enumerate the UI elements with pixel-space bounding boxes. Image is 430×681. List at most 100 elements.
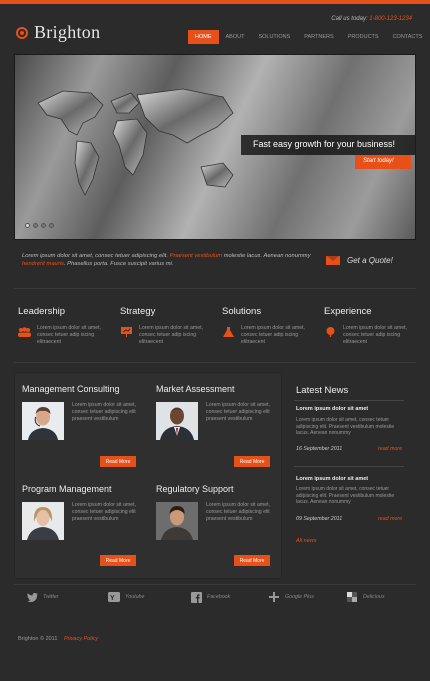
intro-link[interactable]: Praesent vestibulum [170,253,223,259]
social-label: Twitter [43,594,59,600]
social-twitter[interactable]: Twitter [26,592,59,602]
google-plus-icon [268,592,280,602]
young-man-photo [156,502,198,540]
service-text: Lorem ipsum dolor sit amet, consec tetue… [72,502,137,522]
feature-title: Experience [324,306,372,317]
service-program-management: Program Management Lorem ipsum dolor sit… [22,484,142,540]
feature-text: Lorem ipsum dolor sit amet, consec tetue… [343,325,408,345]
twitter-icon [26,592,38,602]
tree-icon [326,327,335,337]
logo-icon [16,26,28,39]
news-heading: Latest News [296,385,349,396]
read-more-button[interactable]: Read More [234,456,270,467]
feature-solutions: Solutions Lorem ipsum dolor sit amet, co… [222,306,312,346]
get-a-quote-label: Get a Quote! [347,256,393,265]
divider [294,466,404,467]
news-date: 16 September 2011 [296,446,343,452]
service-title[interactable]: Market Assessment [156,384,276,394]
feature-text: Lorem ipsum dolor sit amet, consec tetue… [139,325,204,345]
divider [14,362,416,363]
news-read-more-link[interactable]: read more [378,516,402,522]
social-label: Delicious [363,594,385,600]
service-text: Lorem ipsum dolor sit amet, consec tetue… [206,502,271,522]
copyright: Brighton © 2011 [18,636,58,642]
social-google-plus[interactable]: Google Plus [268,592,314,602]
youtube-icon: Y [108,592,120,602]
news-title[interactable]: Lorem ipsum dolor sit amet [296,476,368,482]
call-us: Call us today: 1-800-123-1234 [331,16,412,22]
service-market-assessment: Market Assessment Lorem ipsum dolor sit … [156,384,276,440]
footer: Brighton © 2011 Privacy Policy [18,636,98,642]
social-label: Facebook [207,594,231,600]
nav-products[interactable]: PRODUCTS [341,30,386,44]
slider-dot[interactable] [25,223,30,228]
facebook-icon [190,591,202,603]
feature-text: Lorem ipsum dolor sit amet, consec tetue… [241,325,306,345]
svg-text:Y: Y [110,595,115,602]
slider-dot[interactable] [33,223,38,228]
social-label: Youtube [125,594,145,600]
nav-about[interactable]: ABOUT [219,30,252,44]
slider-dot[interactable] [41,223,46,228]
feature-text: Lorem ipsum dolor sit amet, consec tetue… [37,325,102,345]
slide-caption: Fast easy growth for your business! [241,135,415,155]
nav-solutions[interactable]: SOLUTIONS [251,30,297,44]
feature-title: Leadership [18,306,66,317]
news-date: 09 September 2011 [296,516,343,522]
phone-number: 1-800-123-1234 [369,16,412,22]
start-today-button[interactable]: Start today! [355,155,411,169]
divider [294,400,404,401]
all-news-link[interactable]: All news [296,538,316,544]
feature-strategy: Strategy Lorem ipsum dolor sit amet, con… [120,306,210,346]
feature-experience: Experience Lorem ipsum dolor sit amet, c… [324,306,414,346]
news-title[interactable]: Lorem ipsum dolor sit amet [296,406,368,412]
read-more-button[interactable]: Read More [100,456,136,467]
intro-text-part: molestie lacus. Aenean nonummy [222,253,311,259]
slider-dot[interactable] [49,223,54,228]
news-text: Lorem ipsum dolor sit amet, consec tetue… [296,486,395,505]
slider-dots [25,223,57,228]
social-delicious[interactable]: Delicious [346,592,385,602]
feature-title: Solutions [222,306,262,317]
nav-partners[interactable]: PARTNERS [297,30,340,44]
world-map-image [37,88,234,196]
top-accent-bar [0,0,430,4]
privacy-policy-link[interactable]: Privacy Policy [64,636,98,642]
read-more-button[interactable]: Read More [234,555,270,566]
service-regulatory-support: Regulatory Support Lorem ipsum dolor sit… [156,484,276,540]
service-title[interactable]: Regulatory Support [156,484,276,494]
divider [14,584,416,585]
service-title[interactable]: Program Management [22,484,142,494]
businessman-photo [156,402,198,440]
latest-news-panel: Latest News Lorem ipsum dolor sit amet L… [286,372,412,579]
intro-text: Lorem ipsum dolor sit amet, consec tetue… [22,252,312,268]
news-text: Lorem ipsum dolor sit amet, consec tetue… [296,417,395,436]
intro-text-part: Lorem ipsum dolor sit amet, consec tetue… [22,253,170,259]
consultant-photo [22,402,64,440]
people-icon [18,327,31,337]
flask-icon [223,327,234,337]
get-a-quote-link[interactable]: Get a Quote! [326,256,393,265]
social-youtube[interactable]: Y Youtube [108,592,144,602]
logo-text: Brighton [34,22,101,42]
nav-contacts[interactable]: CONTACTS [386,30,430,44]
service-text: Lorem ipsum dolor sit amet, consec tetue… [206,402,271,422]
main-nav: HOME ABOUT SOLUTIONS PARTNERS PRODUCTS C… [188,30,429,44]
presentation-icon [121,327,132,337]
social-label: Google Plus [285,594,314,600]
service-management-consulting: Management Consulting Lorem ipsum dolor … [22,384,142,440]
divider [14,288,416,289]
intro-link[interactable]: hendrerit mauris [22,261,64,267]
call-label: Call us today: [331,16,368,22]
read-more-button[interactable]: Read More [100,555,136,566]
nav-home[interactable]: HOME [188,30,219,44]
service-title[interactable]: Management Consulting [22,384,142,394]
businesswoman-photo [22,502,64,540]
service-text: Lorem ipsum dolor sit amet, consec tetue… [72,402,137,422]
delicious-icon [346,592,358,602]
envelope-icon [326,256,340,265]
feature-title: Strategy [120,306,156,317]
news-read-more-link[interactable]: read more [378,446,402,452]
social-facebook[interactable]: Facebook [190,591,231,603]
logo[interactable]: Brighton [16,22,100,43]
